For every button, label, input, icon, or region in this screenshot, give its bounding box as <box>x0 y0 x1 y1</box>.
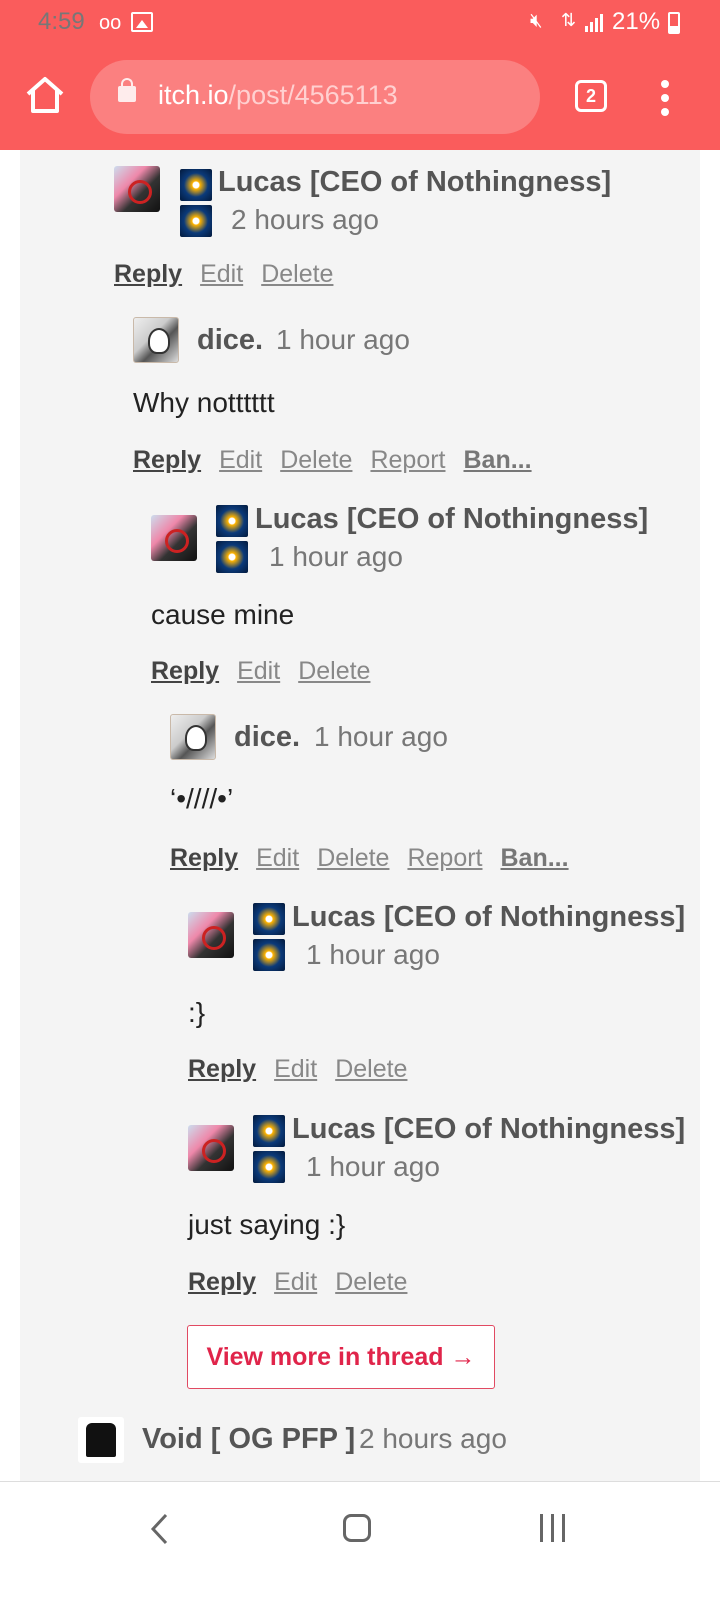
address-bar[interactable]: itch.io/post/4565113 <box>90 60 540 134</box>
system-nav-bar <box>0 1481 720 1600</box>
comment-body: just saying :} <box>188 1209 346 1240</box>
comment-author[interactable]: Lucas [CEO of Nothingness] <box>292 901 685 934</box>
url-host: itch.io <box>158 80 229 110</box>
comment-actions: Reply Edit Delete <box>114 260 351 289</box>
data-icon: ⇅ <box>561 10 577 30</box>
edit-link[interactable]: Edit <box>219 446 262 474</box>
url-path: /post/4565113 <box>228 80 398 110</box>
avatar[interactable] <box>114 166 160 212</box>
comment-author[interactable]: Lucas [CEO of Nothingness] <box>255 503 648 536</box>
edit-link[interactable]: Edit <box>200 260 243 288</box>
comment-actions: Reply Edit Delete <box>151 657 388 686</box>
badge-icon <box>253 939 285 971</box>
comment-thread: Lucas [CEO of Nothingness] 2 hours ago R… <box>20 150 700 1510</box>
badge-icon <box>216 541 248 573</box>
comment-body: cause mine <box>151 599 295 630</box>
lock-icon <box>118 78 136 102</box>
badge-icon <box>253 1151 285 1183</box>
avatar[interactable] <box>78 1417 124 1463</box>
gallery-icon <box>131 12 153 32</box>
back-icon[interactable] <box>148 1512 170 1546</box>
status-bar: 4:59 oo 🔇︎ ⇅ 21% <box>0 0 720 46</box>
battery-icon <box>668 12 680 34</box>
ban-link[interactable]: Ban... <box>501 844 569 872</box>
badge-icon <box>253 903 285 935</box>
comment-body: Why notttttt <box>133 387 275 418</box>
nav-home-icon[interactable] <box>343 1514 371 1542</box>
delete-link[interactable]: Delete <box>261 260 333 288</box>
comment-actions: Reply Edit Delete <box>188 1055 425 1084</box>
tab-switcher-button[interactable]: 2 <box>575 80 607 112</box>
more-vert-icon[interactable] <box>660 80 670 116</box>
avatar[interactable] <box>188 1125 234 1171</box>
delete-link[interactable]: Delete <box>335 1268 407 1296</box>
page-content: Lucas [CEO of Nothingness] 2 hours ago R… <box>0 150 720 1510</box>
comment-time[interactable]: 1 hour ago <box>314 721 448 753</box>
comment-actions: Reply Edit Delete Report Ban... <box>133 446 550 475</box>
reply-link[interactable]: Reply <box>133 446 201 474</box>
comment-time[interactable]: 1 hour ago <box>306 1151 440 1183</box>
reply-link[interactable]: Reply <box>151 657 219 685</box>
battery-text: 21% <box>612 8 661 35</box>
avatar[interactable] <box>133 317 179 363</box>
avatar[interactable] <box>151 515 197 561</box>
badge-icon <box>180 205 212 237</box>
comment-author[interactable]: Lucas [CEO of Nothingness] <box>218 166 611 199</box>
report-link[interactable]: Report <box>407 844 482 872</box>
comment-actions: Reply Edit Delete Report Ban... <box>170 844 587 873</box>
reply-link[interactable]: Reply <box>170 844 238 872</box>
url-text: itch.io/post/4565113 <box>158 80 398 111</box>
edit-link[interactable]: Edit <box>274 1268 317 1296</box>
comment-body: :} <box>188 997 206 1028</box>
signal-icon <box>585 12 607 32</box>
delete-link[interactable]: Delete <box>298 657 370 685</box>
avatar[interactable] <box>188 912 234 958</box>
edit-link[interactable]: Edit <box>237 657 280 685</box>
edit-link[interactable]: Edit <box>256 844 299 872</box>
view-more-button[interactable]: View more in thread → <box>187 1325 495 1389</box>
comment-author[interactable]: dice. <box>197 324 263 357</box>
report-link[interactable]: Report <box>370 446 445 474</box>
recent-apps-icon[interactable] <box>540 1514 568 1542</box>
badge-icon <box>253 1115 285 1147</box>
comment-author[interactable]: dice. <box>234 721 300 754</box>
delete-link[interactable]: Delete <box>335 1055 407 1083</box>
comment-author[interactable]: Lucas [CEO of Nothingness] <box>292 1113 685 1146</box>
ban-link[interactable]: Ban... <box>464 446 532 474</box>
comment-time[interactable]: 1 hour ago <box>269 541 403 573</box>
avatar[interactable] <box>170 714 216 760</box>
status-time: 4:59 <box>38 8 85 35</box>
comment-time[interactable]: 1 hour ago <box>306 939 440 971</box>
comment-author[interactable]: Void [ OG PFP ] <box>142 1423 355 1456</box>
comment-time[interactable]: 1 hour ago <box>276 324 410 356</box>
mute-icon: 🔇︎ <box>530 10 543 32</box>
reply-link[interactable]: Reply <box>188 1268 256 1296</box>
comment-actions: Reply Edit Delete <box>188 1268 425 1297</box>
comment-body: ‘•////•’ <box>170 783 234 814</box>
voicemail-icon: oo <box>99 12 122 34</box>
comment-time[interactable]: 2 hours ago <box>231 204 379 236</box>
badge-icon <box>180 169 212 201</box>
delete-link[interactable]: Delete <box>317 844 389 872</box>
reply-link[interactable]: Reply <box>114 260 182 288</box>
delete-link[interactable]: Delete <box>280 446 352 474</box>
badge-icon <box>216 505 248 537</box>
edit-link[interactable]: Edit <box>274 1055 317 1083</box>
comment-time[interactable]: 2 hours ago <box>359 1423 507 1455</box>
reply-link[interactable]: Reply <box>188 1055 256 1083</box>
browser-header: 4:59 oo 🔇︎ ⇅ 21% itch.io/post/4565113 2 <box>0 0 720 150</box>
home-icon[interactable] <box>24 74 66 116</box>
